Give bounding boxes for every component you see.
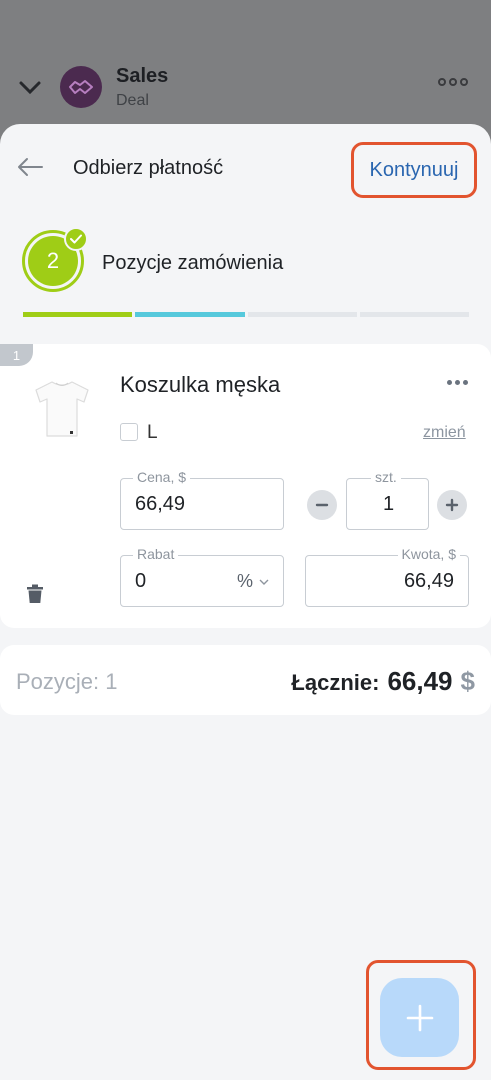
trash-icon[interactable]	[26, 584, 44, 604]
price-field[interactable]: Cena, $ 66,49	[120, 469, 284, 530]
price-label: Cena, $	[133, 469, 191, 485]
progress-segment-2	[135, 312, 245, 317]
plus-icon	[406, 1004, 433, 1031]
decrease-quantity-button[interactable]	[307, 490, 337, 520]
quantity-value: 1	[383, 493, 395, 515]
chevron-down-icon[interactable]	[18, 78, 42, 96]
amount-label: Kwota, $	[397, 546, 460, 562]
price-value: 66,49	[135, 493, 186, 515]
more-horizontal-icon[interactable]	[438, 78, 468, 86]
step-progress	[23, 312, 469, 317]
payment-sheet: Odbierz płatność Kontynuuj 2 Pozycje zam…	[0, 124, 491, 1080]
progress-segment-1	[23, 312, 133, 317]
step-label: Pozycje zamówienia	[102, 252, 284, 274]
deal-title: Sales	[116, 65, 169, 87]
progress-segment-4	[359, 312, 469, 317]
quantity-field[interactable]: szt. 1	[346, 469, 429, 530]
change-variant-link[interactable]: zmień	[423, 424, 466, 442]
background-header: Sales Deal	[0, 0, 491, 130]
amount-value: 66,49	[403, 570, 454, 592]
continue-button[interactable]: Kontynuuj	[351, 142, 477, 198]
sheet-topbar: Odbierz płatność Kontynuuj	[0, 124, 491, 214]
product-index-badge: 1	[0, 344, 33, 366]
continue-label: Kontynuuj	[369, 158, 459, 181]
chevron-down-icon[interactable]	[259, 578, 269, 586]
amount-field[interactable]: Kwota, $ 66,49	[305, 546, 469, 607]
total-label: Łącznie:	[291, 670, 380, 695]
order-total: Łącznie: 66,49 $	[291, 666, 475, 697]
quantity-label: szt.	[371, 469, 401, 485]
tshirt-icon	[35, 381, 89, 437]
discount-field[interactable]: Rabat 0 %	[120, 546, 284, 607]
page-title: Odbierz płatność	[73, 157, 224, 179]
check-icon	[64, 227, 88, 251]
progress-segment-3	[247, 312, 357, 317]
increase-quantity-button[interactable]	[437, 490, 467, 520]
variant-label: L	[147, 422, 158, 443]
product-card: 1 Koszulka męska L zmień Cena, $ 66,49 s…	[0, 344, 491, 628]
items-count: Pozycje: 1	[16, 669, 118, 694]
discount-label: Rabat	[133, 546, 179, 562]
total-value: 66,49	[387, 666, 453, 696]
discount-value: 0	[135, 570, 147, 592]
add-product-button[interactable]	[380, 978, 459, 1057]
total-currency: $	[460, 666, 475, 696]
discount-unit-select[interactable]: %	[237, 571, 253, 592]
order-summary: Pozycje: 1 Łącznie: 66,49 $	[0, 645, 491, 715]
product-menu-icon[interactable]	[447, 380, 468, 385]
handshake-icon	[60, 66, 102, 108]
variant-checkbox[interactable]	[120, 423, 138, 441]
arrow-left-icon[interactable]	[16, 156, 44, 178]
deal-subtitle: Deal	[116, 92, 149, 109]
product-name[interactable]: Koszulka męska	[120, 372, 280, 398]
